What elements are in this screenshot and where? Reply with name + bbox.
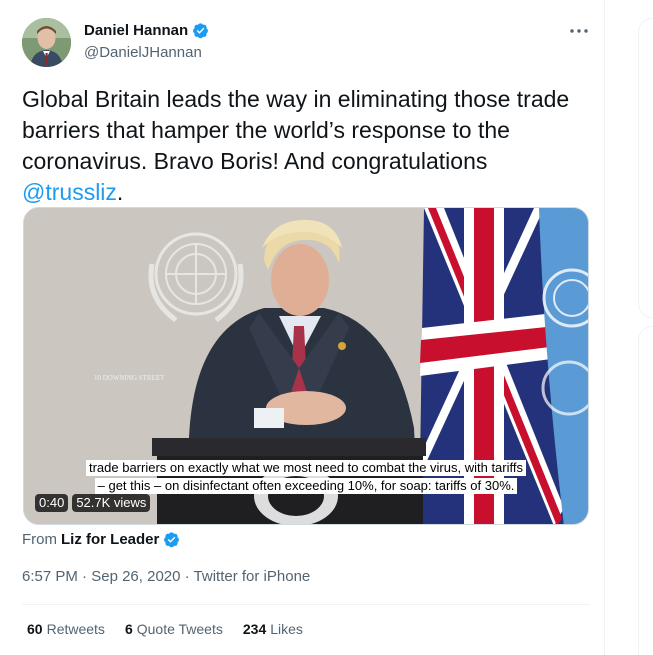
likes-link[interactable]: 234 Likes <box>243 621 303 637</box>
quote-tweets-count: 6 <box>124 621 133 637</box>
retweets-count: 60 <box>27 621 43 637</box>
retweets-label: Retweets <box>46 621 105 637</box>
author-avatar[interactable] <box>22 18 71 67</box>
tweet-text-end: . <box>116 179 124 205</box>
mention-link[interactable]: @trussliz <box>22 179 117 205</box>
tweet-card: Daniel Hannan @DanielJHannan Global Brit… <box>0 0 605 655</box>
author-name-row[interactable]: Daniel Hannan <box>84 22 209 39</box>
tweet-metadata: 6:57 PM · Sep 26, 2020 · Twitter for iPh… <box>22 568 310 585</box>
verified-badge-icon <box>192 22 209 39</box>
right-sidebar <box>606 0 653 655</box>
video-caption: trade barriers on exactly what we most n… <box>24 459 588 495</box>
caption-line-1: trade barriers on exactly what we most n… <box>85 460 526 476</box>
source-verified-badge-icon <box>163 531 180 548</box>
tweet-date[interactable]: Sep 26, 2020 <box>91 568 180 585</box>
likes-count: 234 <box>242 621 267 637</box>
author-handle[interactable]: @DanielJHannan <box>84 44 202 61</box>
tweet-text: Global Britain leads the way in eliminat… <box>22 84 590 208</box>
retweets-link[interactable]: 60 Retweets <box>27 621 105 637</box>
engagement-stats: 60 Retweets 6 Quote Tweets 234 Likes <box>27 621 303 637</box>
video-badges: 0:40 52.7K views <box>35 494 151 512</box>
lectern-text: 10 DOWNING STREET <box>94 374 165 382</box>
sidebar-panel-top <box>638 18 653 318</box>
video-views: 52.7K views <box>72 494 151 512</box>
avatar-photo <box>22 18 71 67</box>
meta-separator: · <box>180 568 194 585</box>
source-name-link[interactable]: Liz for Leader <box>61 531 159 548</box>
divider <box>22 604 590 605</box>
sidebar-panel-bottom <box>638 326 653 655</box>
video-player[interactable]: 10 DOWNING STREET trade barriers on exac… <box>23 207 589 525</box>
author-display-name[interactable]: Daniel Hannan <box>84 22 188 39</box>
tweet-time[interactable]: 6:57 PM <box>22 568 78 585</box>
tweet-text-body: Global Britain leads the way in eliminat… <box>22 86 570 174</box>
likes-label: Likes <box>270 621 303 637</box>
video-duration: 0:40 <box>35 494 69 512</box>
source-prefix: From <box>22 531 57 548</box>
meta-separator: · <box>77 568 92 585</box>
more-icon[interactable] <box>568 20 590 42</box>
source-row: From Liz for Leader <box>22 531 180 548</box>
quote-tweets-label: Quote Tweets <box>136 621 223 637</box>
tweet-client[interactable]: Twitter for iPhone <box>194 568 311 585</box>
quote-tweets-link[interactable]: 6 Quote Tweets <box>125 621 223 637</box>
caption-line-2: – get this – on disinfectant often excee… <box>94 478 518 494</box>
